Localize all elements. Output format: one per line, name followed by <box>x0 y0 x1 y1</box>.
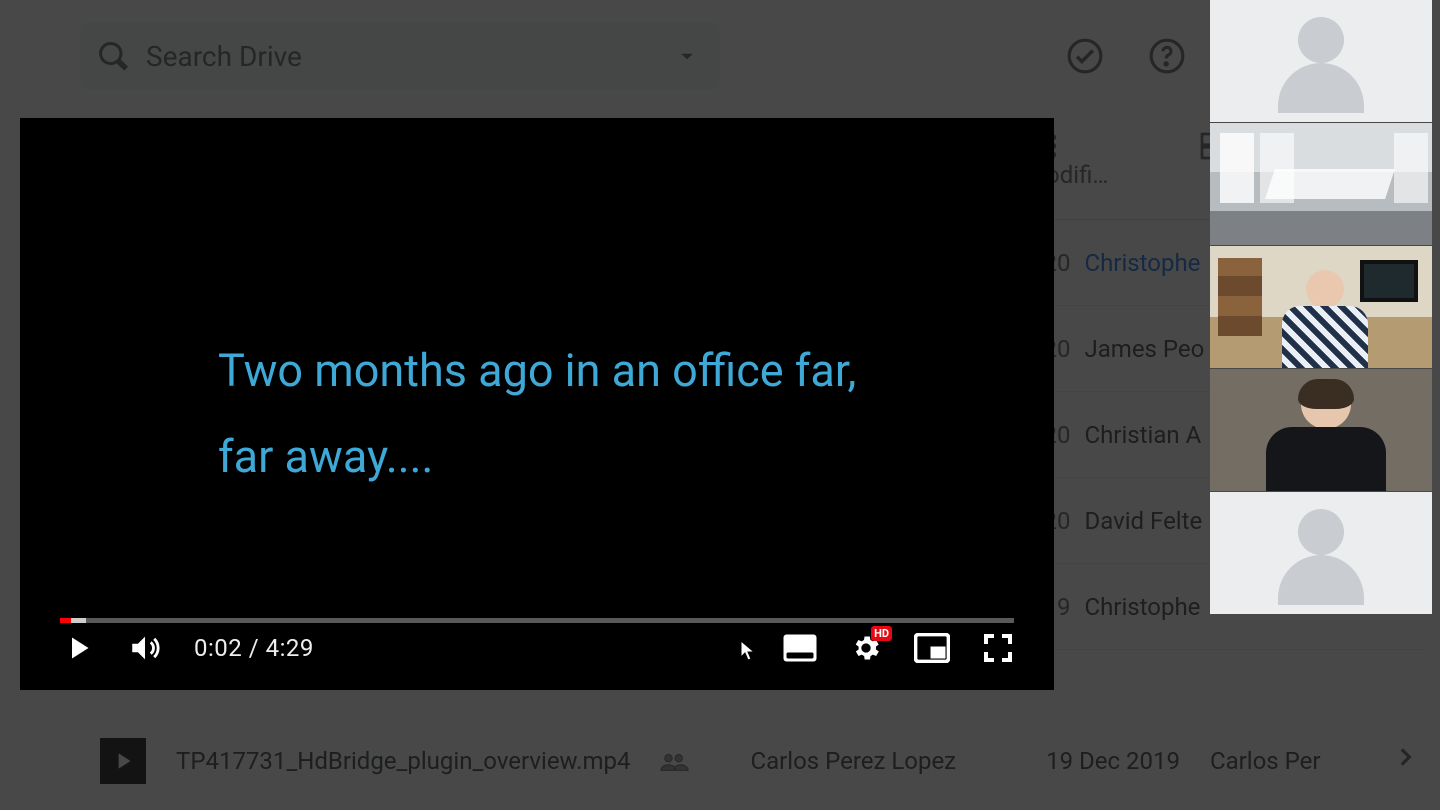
play-button[interactable] <box>60 630 96 666</box>
time-separator: / <box>249 634 266 662</box>
fullscreen-button[interactable] <box>982 632 1014 664</box>
current-time: 0:02 <box>194 634 242 662</box>
captions-button[interactable] <box>782 633 818 663</box>
participant-tile[interactable] <box>1210 123 1432 245</box>
duration: 4:29 <box>266 634 314 662</box>
person-icon <box>1280 270 1370 366</box>
meet-participants <box>1210 0 1432 614</box>
participant-tile[interactable] <box>1210 246 1432 368</box>
volume-button[interactable] <box>128 631 162 665</box>
video-preview: Two months ago in an office far, far awa… <box>20 118 1054 690</box>
avatar-icon <box>1271 11 1371 111</box>
video-controls: 0:02 / 4:29 HD <box>60 620 1014 676</box>
participant-tile[interactable] <box>1210 492 1432 614</box>
video-time: 0:02 / 4:29 <box>194 634 314 662</box>
miniplayer-button[interactable] <box>914 633 950 663</box>
settings-button[interactable]: HD <box>850 632 882 664</box>
participant-tile[interactable] <box>1210 0 1432 122</box>
avatar-icon <box>1271 503 1371 603</box>
person-icon <box>1266 379 1386 491</box>
hd-badge: HD <box>871 626 892 641</box>
video-frame-text: Two months ago in an office far, far awa… <box>218 328 918 499</box>
participant-tile[interactable] <box>1210 369 1432 491</box>
